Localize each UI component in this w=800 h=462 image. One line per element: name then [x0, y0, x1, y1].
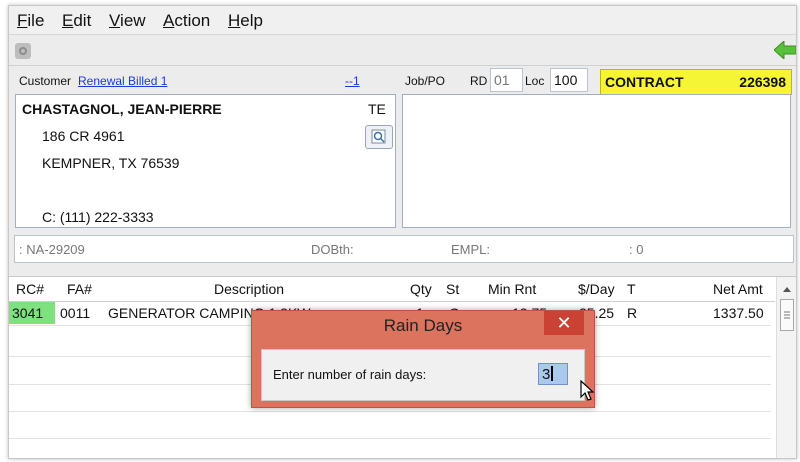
col-min-rent[interactable]: Min Rnt: [488, 281, 536, 297]
cell-fa: 0011: [60, 305, 91, 321]
col-description[interactable]: Description: [214, 281, 284, 297]
customer-type-link[interactable]: Renewal Billed 1: [78, 74, 167, 88]
loc-label: Loc: [525, 74, 545, 88]
contract-label: CONTRACT: [605, 74, 684, 90]
customer-code: TE: [368, 101, 386, 117]
rd-field[interactable]: 01: [490, 68, 523, 92]
grip-icon: [784, 311, 790, 319]
rain-days-input[interactable]: 3: [538, 363, 568, 385]
table-scrollbar[interactable]: [776, 277, 797, 458]
address-line-2: KEMPNER, TX 76539: [42, 155, 180, 171]
customer-id: : NA-29209: [19, 242, 85, 257]
table-header: RC# FA# Description Qty St Min Rnt $/Day…: [9, 277, 775, 302]
contract-badge: CONTRACT 226398: [600, 69, 792, 95]
row-divider: [9, 438, 771, 439]
dialog-close-button[interactable]: ✕: [544, 311, 584, 335]
refresh-icon[interactable]: [15, 43, 31, 59]
loc-field[interactable]: 100: [550, 68, 588, 92]
rain-days-value: 3: [542, 366, 551, 383]
col-type[interactable]: T: [627, 281, 636, 297]
cell-net-amount: 1337.50: [713, 305, 764, 321]
page-link[interactable]: --1: [345, 74, 360, 88]
customer-lookup-button[interactable]: [365, 125, 393, 149]
menu-view[interactable]: View: [109, 11, 146, 31]
cell-type: R: [627, 305, 638, 321]
menu-file[interactable]: File: [17, 11, 44, 31]
empl-label: EMPL:: [451, 242, 491, 257]
job-po-box[interactable]: [402, 94, 791, 228]
empl-count: : 0: [629, 242, 644, 257]
menu-help[interactable]: Help: [228, 11, 263, 31]
col-status[interactable]: St: [446, 281, 459, 297]
back-arrow-icon[interactable]: [774, 41, 796, 59]
rain-days-dialog: Rain Days ✕ Enter number of rain days: 3: [251, 310, 595, 408]
scroll-up-icon[interactable]: [777, 282, 797, 296]
rain-days-prompt: Enter number of rain days:: [273, 367, 427, 382]
mouse-pointer-icon: [580, 380, 594, 401]
menu-bar: File Edit View Action Help: [9, 6, 796, 35]
customer-label: Customer: [19, 74, 72, 88]
menu-edit[interactable]: Edit: [62, 11, 91, 31]
address-line-1: 186 CR 4961: [42, 128, 125, 144]
scroll-thumb[interactable]: [780, 299, 794, 331]
col-net-amount[interactable]: Net Amt: [713, 281, 763, 297]
customer-name: CHASTAGNOL, JEAN-PIERRE: [22, 101, 222, 117]
dob-label: DOBth:: [311, 242, 354, 257]
search-icon: [371, 129, 386, 144]
job-po-label: Job/PO: [405, 74, 446, 88]
cell-rc: 3041: [9, 302, 55, 324]
customer-box: CHASTAGNOL, JEAN-PIERRE TE 186 CR 4961 K…: [15, 94, 396, 228]
rd-label: RD: [470, 74, 488, 88]
customer-phone: C: (111) 222-3333: [42, 209, 154, 225]
col-qty[interactable]: Qty: [410, 281, 432, 297]
col-fa[interactable]: FA#: [67, 281, 92, 297]
row-divider: [9, 411, 771, 412]
dialog-body: Enter number of rain days: 3: [261, 349, 585, 401]
col-per-day[interactable]: $/Day: [578, 281, 615, 297]
toolbar: [9, 35, 796, 66]
col-rc[interactable]: RC#: [16, 281, 44, 297]
contract-number: 226398: [739, 74, 786, 90]
dialog-title: Rain Days: [383, 316, 463, 335]
menu-action[interactable]: Action: [163, 11, 210, 31]
info-bar: : NA-29209 DOBth: EMPL: : 0: [14, 235, 794, 263]
text-cursor: [551, 366, 554, 381]
